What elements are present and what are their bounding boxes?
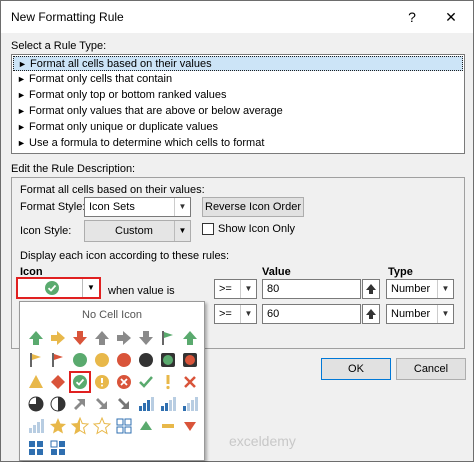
type-column-header: Type <box>388 266 413 278</box>
reverse-icon-order-button[interactable]: Reverse Icon Order <box>202 197 304 217</box>
watermark-logo: exceldemy <box>229 433 296 449</box>
arrow-right-icon: ► <box>17 122 26 132</box>
green-light-icon[interactable] <box>158 350 178 370</box>
dialog-title: New Formatting Rule <box>11 10 124 24</box>
green-flag-icon[interactable] <box>158 328 178 348</box>
red-light-icon[interactable] <box>180 350 200 370</box>
close-button[interactable]: ✕ <box>437 6 465 28</box>
signal-bars-icon[interactable] <box>26 416 46 436</box>
signal-bars-icon[interactable] <box>136 394 156 414</box>
type-select[interactable]: Number ▼ <box>386 304 454 324</box>
green-check-icon[interactable] <box>136 372 156 392</box>
rule-type-item[interactable]: ► Format only values that are above or be… <box>13 104 463 119</box>
green-triangle-up-icon[interactable] <box>136 416 156 436</box>
range-select-button[interactable] <box>362 304 380 324</box>
rule-type-item[interactable]: ► Format only top or bottom ranked values <box>13 88 463 103</box>
signal-bars-icon[interactable] <box>180 394 200 414</box>
value-input[interactable]: 60 <box>262 304 361 324</box>
arrow-right-icon: ► <box>18 59 27 69</box>
red-x-icon[interactable] <box>180 372 200 392</box>
half-star-icon[interactable] <box>70 416 90 436</box>
red-triangle-down-icon[interactable] <box>180 416 200 436</box>
gray-arrow-down-right-icon[interactable] <box>92 394 112 414</box>
chevron-down-icon: ▼ <box>174 221 190 241</box>
arrow-right-icon: ► <box>17 138 26 148</box>
arrow-right-icon: ► <box>17 74 26 84</box>
yellow-exclamation-circle-icon[interactable] <box>92 372 112 392</box>
signal-bars-icon[interactable] <box>158 394 178 414</box>
green-check-circle-icon <box>45 281 59 295</box>
chevron-down-icon: ▼ <box>437 280 453 298</box>
cancel-button[interactable]: Cancel <box>396 358 466 380</box>
value-input[interactable]: 80 <box>262 279 361 299</box>
format-style-select[interactable]: Icon Sets ▼ <box>84 197 191 217</box>
green-circle-icon[interactable] <box>70 350 90 370</box>
yellow-arrow-right-icon[interactable] <box>48 328 68 348</box>
green-check-circle-icon[interactable] <box>69 371 91 393</box>
yellow-flag-icon[interactable] <box>26 350 46 370</box>
rule-type-item[interactable]: ► Use a formula to determine which cells … <box>13 136 463 151</box>
three-quarter-boxes-icon[interactable] <box>48 438 68 458</box>
black-circle-icon[interactable] <box>136 350 156 370</box>
yellow-circle-icon[interactable] <box>92 350 112 370</box>
dialog-window: New Formatting Rule ? ✕ Select a Rule Ty… <box>0 0 474 462</box>
range-select-button[interactable] <box>362 279 380 299</box>
gray-arrow-up-icon[interactable] <box>92 328 112 348</box>
red-diamond-icon[interactable] <box>48 372 68 392</box>
type-select[interactable]: Number ▼ <box>386 279 454 299</box>
empty-star-icon[interactable] <box>92 416 112 436</box>
chevron-down-icon: ▼ <box>240 305 256 323</box>
ok-button[interactable]: OK <box>321 358 391 380</box>
yellow-triangle-icon[interactable] <box>26 372 46 392</box>
arrow-right-icon: ► <box>17 90 26 100</box>
rule-type-list[interactable]: ► Format all cells based on their values … <box>11 54 465 154</box>
gray-arrow-down-icon[interactable] <box>136 328 156 348</box>
help-button[interactable]: ? <box>398 6 426 28</box>
arrow-right-icon: ► <box>17 106 26 116</box>
rule-type-item[interactable]: ► Format all cells based on their values <box>13 56 463 71</box>
rule-type-label: Select a Rule Type: <box>11 40 107 52</box>
icon-style-label: Icon Style: <box>20 225 72 237</box>
show-icon-only-checkbox[interactable] <box>202 223 214 235</box>
format-style-label: Format Style: <box>20 201 86 213</box>
operator-select[interactable]: >= ▼ <box>214 304 257 324</box>
yellow-dash-icon[interactable] <box>158 416 178 436</box>
rule-description-label: Edit the Rule Description: <box>11 163 136 175</box>
green-arrow-up-icon[interactable] <box>180 328 200 348</box>
title-bar: New Formatting Rule ? ✕ <box>1 1 473 33</box>
red-circle-icon[interactable] <box>114 350 134 370</box>
gold-star-icon[interactable] <box>48 416 68 436</box>
description-heading: Format all cells based on their values: <box>20 184 205 196</box>
green-arrow-up-icon[interactable] <box>26 328 46 348</box>
quarter-pie-icon[interactable] <box>26 394 46 414</box>
gray-arrow-down-right-icon[interactable] <box>114 394 134 414</box>
show-icon-only-label: Show Icon Only <box>218 223 296 235</box>
chevron-down-icon: ▼ <box>82 279 99 297</box>
display-rules-label: Display each icon according to these rul… <box>20 250 230 262</box>
chevron-down-icon: ▼ <box>174 198 190 216</box>
chevron-down-icon: ▼ <box>240 280 256 298</box>
when-value-text: when value is <box>108 285 175 297</box>
red-arrow-down-icon[interactable] <box>70 328 90 348</box>
red-flag-icon[interactable] <box>48 350 68 370</box>
rule-type-item[interactable]: ► Format only unique or duplicate values <box>13 120 463 135</box>
empty-boxes-icon[interactable] <box>114 416 134 436</box>
arrow-up-icon <box>366 284 376 294</box>
chevron-down-icon: ▼ <box>437 305 453 323</box>
gray-arrow-right-icon[interactable] <box>114 328 134 348</box>
gray-arrow-up-right-icon[interactable] <box>70 394 90 414</box>
half-pie-icon[interactable] <box>48 394 68 414</box>
icon-picker-popup: No Cell Icon <box>19 301 205 461</box>
yellow-exclamation-icon[interactable] <box>158 372 178 392</box>
icon-picker-select[interactable]: ▼ <box>16 277 101 299</box>
rule-type-item[interactable]: ► Format only cells that contain <box>13 72 463 87</box>
operator-select[interactable]: >= ▼ <box>214 279 257 299</box>
icon-style-select[interactable]: Custom ▼ <box>84 220 191 242</box>
no-cell-icon-option[interactable]: No Cell Icon <box>20 309 204 321</box>
filled-boxes-icon[interactable] <box>26 438 46 458</box>
red-x-circle-icon[interactable] <box>114 372 134 392</box>
arrow-up-icon <box>366 309 376 319</box>
value-column-header: Value <box>262 266 291 278</box>
